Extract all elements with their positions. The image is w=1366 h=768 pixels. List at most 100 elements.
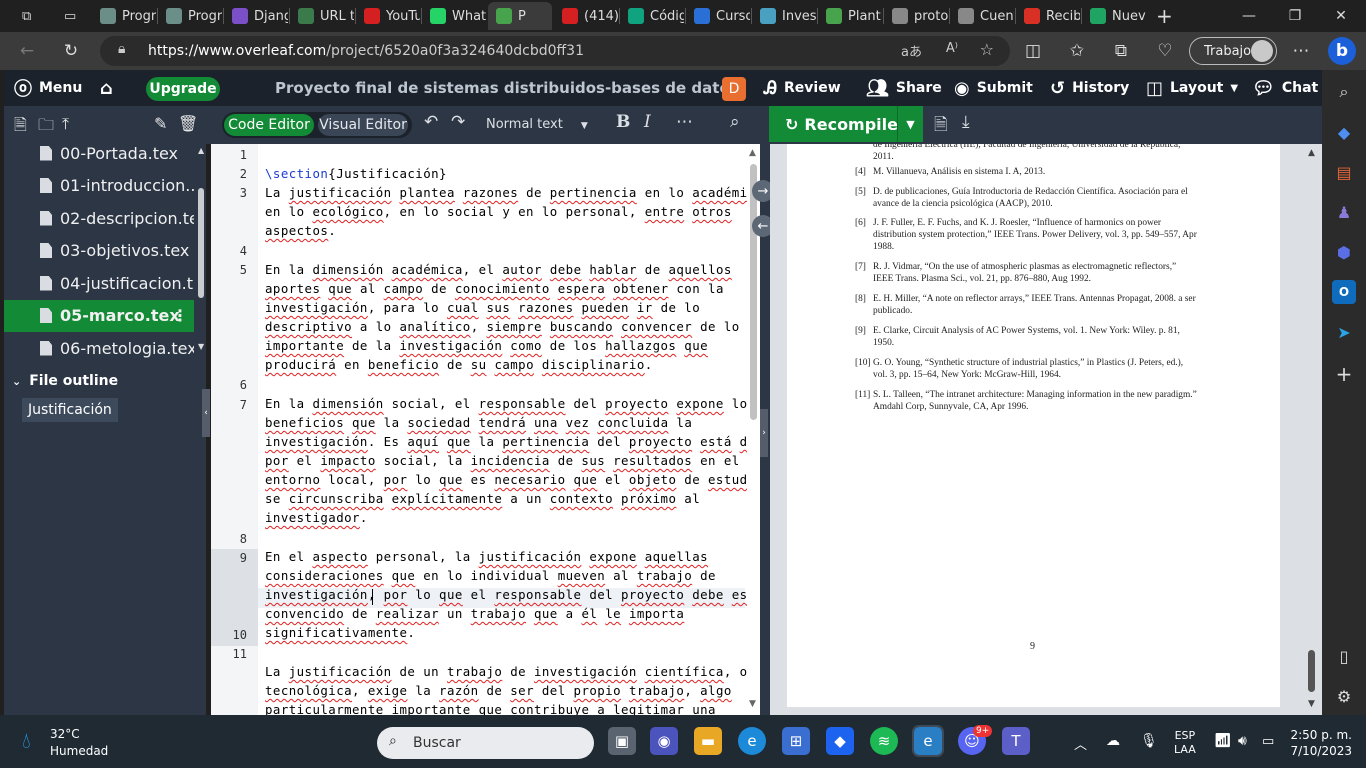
browser-tab[interactable]: (414) [554, 2, 618, 30]
tab-actions-icon[interactable]: ▭ [56, 2, 86, 30]
italic-icon[interactable]: I [644, 112, 651, 132]
edge-icon[interactable]: e [738, 727, 766, 755]
file-item[interactable]: 01-introduccion.... [4, 170, 194, 202]
chat-button[interactable]: 💬︎ Chat [1252, 70, 1318, 106]
store-icon[interactable]: ⊞ [782, 727, 810, 755]
minimize-button[interactable]: — [1226, 0, 1272, 32]
code-editor[interactable]: 1 2 3 4 5 6 7 8 9 10 11 \section{Justificación} La… [211, 144, 760, 715]
office-icon[interactable]: ⬢ [1332, 240, 1356, 264]
teams-icon[interactable]: T [1002, 727, 1030, 755]
language-indicator[interactable]: ESP LAA [1174, 729, 1196, 757]
volume-icon[interactable]: 🔊︎ [1238, 733, 1247, 749]
spotify-icon[interactable]: ≋ [870, 727, 898, 755]
file-item[interactable]: 03-objetivos.tex [4, 235, 194, 267]
outlook-icon[interactable]: O [1332, 280, 1356, 304]
read-aloud-icon[interactable]: aあ [901, 41, 922, 60]
browser-tab[interactable]: Progr [158, 2, 222, 30]
browser-tab[interactable]: URL t [290, 2, 354, 30]
search-icon[interactable]: ⌕ [730, 112, 740, 132]
file-item[interactable]: 00-Portada.tex [4, 137, 194, 169]
review-button[interactable]: Ꭿ Review [764, 70, 841, 106]
collections-icon[interactable]: ⧉ [1106, 36, 1136, 66]
browser-tab[interactable]: Recib [1016, 2, 1080, 30]
submit-button[interactable]: ◉ Submit [954, 70, 1033, 106]
browser-tab[interactable]: Códig [620, 2, 684, 30]
rename-pencil-icon[interactable]: ✎ [154, 114, 167, 133]
visual-editor-tab[interactable]: Visual Editor [318, 114, 408, 136]
pdf-scrollbar[interactable]: ▲ ▼ [1304, 144, 1322, 715]
battery-icon[interactable]: ▭ [1262, 734, 1274, 749]
upgrade-button[interactable]: Upgrade [146, 77, 220, 101]
chevron-down-icon[interactable]: ▼ [897, 106, 923, 142]
windows-start-icon[interactable] [338, 729, 362, 753]
more-tools-icon[interactable]: ⋯ [676, 112, 693, 132]
settings-gear-icon[interactable]: ⚙ [1332, 684, 1356, 708]
weather-drop-icon[interactable]: 💧︎ [22, 729, 31, 754]
clock[interactable]: 2:50 p. m. 7/10/2023 [1290, 728, 1352, 758]
text-size-icon[interactable]: A⁾ [946, 41, 958, 56]
outline-item[interactable]: Justificación [22, 398, 118, 422]
bold-icon[interactable]: B [616, 112, 630, 132]
microphone-icon[interactable]: 🎙︎ [1140, 733, 1158, 749]
dropbox-icon[interactable]: ◆ [826, 727, 854, 755]
workspaces-icon[interactable]: ⧉ [14, 2, 44, 30]
wifi-icon[interactable]: 📶︎ [1214, 733, 1232, 749]
logs-icon[interactable]: 🗎︎ [934, 112, 948, 141]
task-view-icon[interactable]: ▣ [608, 727, 636, 755]
refresh-button[interactable]: ↻ [56, 36, 86, 66]
browser-tab[interactable]: P [488, 2, 552, 30]
browser-tab[interactable]: Nuev [1082, 2, 1146, 30]
browser-tab[interactable]: proto [884, 2, 948, 30]
restore-button[interactable]: ❐ [1272, 0, 1318, 32]
browser-tab[interactable]: Djang [224, 2, 288, 30]
edge-active-icon[interactable]: e [912, 725, 944, 757]
more-options-icon[interactable]: ⋯ [1286, 36, 1316, 66]
recompile-button[interactable]: ↻ Recompile ▼ [769, 106, 923, 142]
close-window-button[interactable]: ✕ [1318, 0, 1364, 32]
shopping-icon[interactable]: ◆ [1332, 120, 1356, 144]
file-outline-header[interactable]: ⌄ File outline [4, 366, 206, 396]
file-item[interactable]: 06-metologia.tex [4, 332, 194, 364]
file-item[interactable]: 05-marco.tex ⋮ [4, 299, 194, 332]
back-button[interactable]: ← [12, 36, 42, 66]
collapse-sidebar-handle[interactable]: ‹ [202, 389, 210, 437]
teams-chat-icon[interactable]: ◉ [650, 727, 678, 755]
expand-pdf-handle[interactable]: › [760, 409, 768, 457]
browser-tab[interactable]: Progr [92, 2, 156, 30]
bing-icon[interactable]: b [1328, 37, 1356, 65]
new-tab-button[interactable]: + [1148, 2, 1178, 30]
add-sidebar-icon[interactable]: + [1332, 362, 1356, 386]
hide-sidebar-icon[interactable]: ▯ [1332, 644, 1356, 668]
browser-essentials-icon[interactable]: ♡ [1150, 36, 1180, 66]
text-style-select[interactable]: Normal text ▼ [486, 117, 588, 132]
profile-button[interactable]: Trabajo [1189, 37, 1277, 65]
file-explorer-icon[interactable]: ▬ [694, 727, 722, 755]
code-editor-tab[interactable]: Code Editor [224, 114, 314, 136]
tools-icon[interactable]: ▤ [1332, 160, 1356, 184]
browser-tab[interactable]: Planti [818, 2, 882, 30]
split-screen-icon[interactable]: ◫ [1018, 36, 1048, 66]
address-bar[interactable]: 🔒︎ https://www.overleaf.com/project/6520… [100, 36, 1010, 66]
file-tree-scrollbar[interactable]: ▲ ▼ [196, 144, 206, 358]
browser-tab[interactable]: Invest [752, 2, 816, 30]
browser-tab[interactable]: What [422, 2, 486, 30]
file-item[interactable]: 04-justificacion.t... [4, 267, 194, 299]
download-pdf-icon[interactable]: ⤓ [962, 112, 970, 132]
menu-button[interactable]: ⓞ Menu [14, 70, 82, 106]
file-item[interactable]: 02-descripcion.tex [4, 202, 194, 234]
layout-button[interactable]: ◫ Layout ▼ [1146, 70, 1238, 106]
delete-trash-icon[interactable]: 🗑︎ [178, 114, 198, 133]
history-button[interactable]: ↺ History [1050, 70, 1129, 106]
project-title[interactable]: Proyecto final de sistemas distribuidos-… [275, 70, 739, 106]
share-button[interactable]: 👥︎ Share [866, 70, 942, 106]
browser-tab[interactable]: Cuent [950, 2, 1014, 30]
redo-icon[interactable]: ↷ [451, 112, 465, 132]
send-icon[interactable]: ➤ [1332, 320, 1356, 344]
network-status-icon[interactable]: ☁ [1106, 733, 1120, 749]
pdf-preview[interactable]: de Ingeniería Eléctrica (IIE), Facultad … [770, 144, 1322, 715]
favorites-icon[interactable]: ✩ [1062, 36, 1092, 66]
weather-temp[interactable]: 32°C [50, 727, 80, 741]
undo-icon[interactable]: ↶ [424, 112, 438, 132]
file-menu-icon[interactable]: ⋮ [172, 306, 188, 325]
show-hidden-icons[interactable]: ︿ [1074, 734, 1087, 753]
